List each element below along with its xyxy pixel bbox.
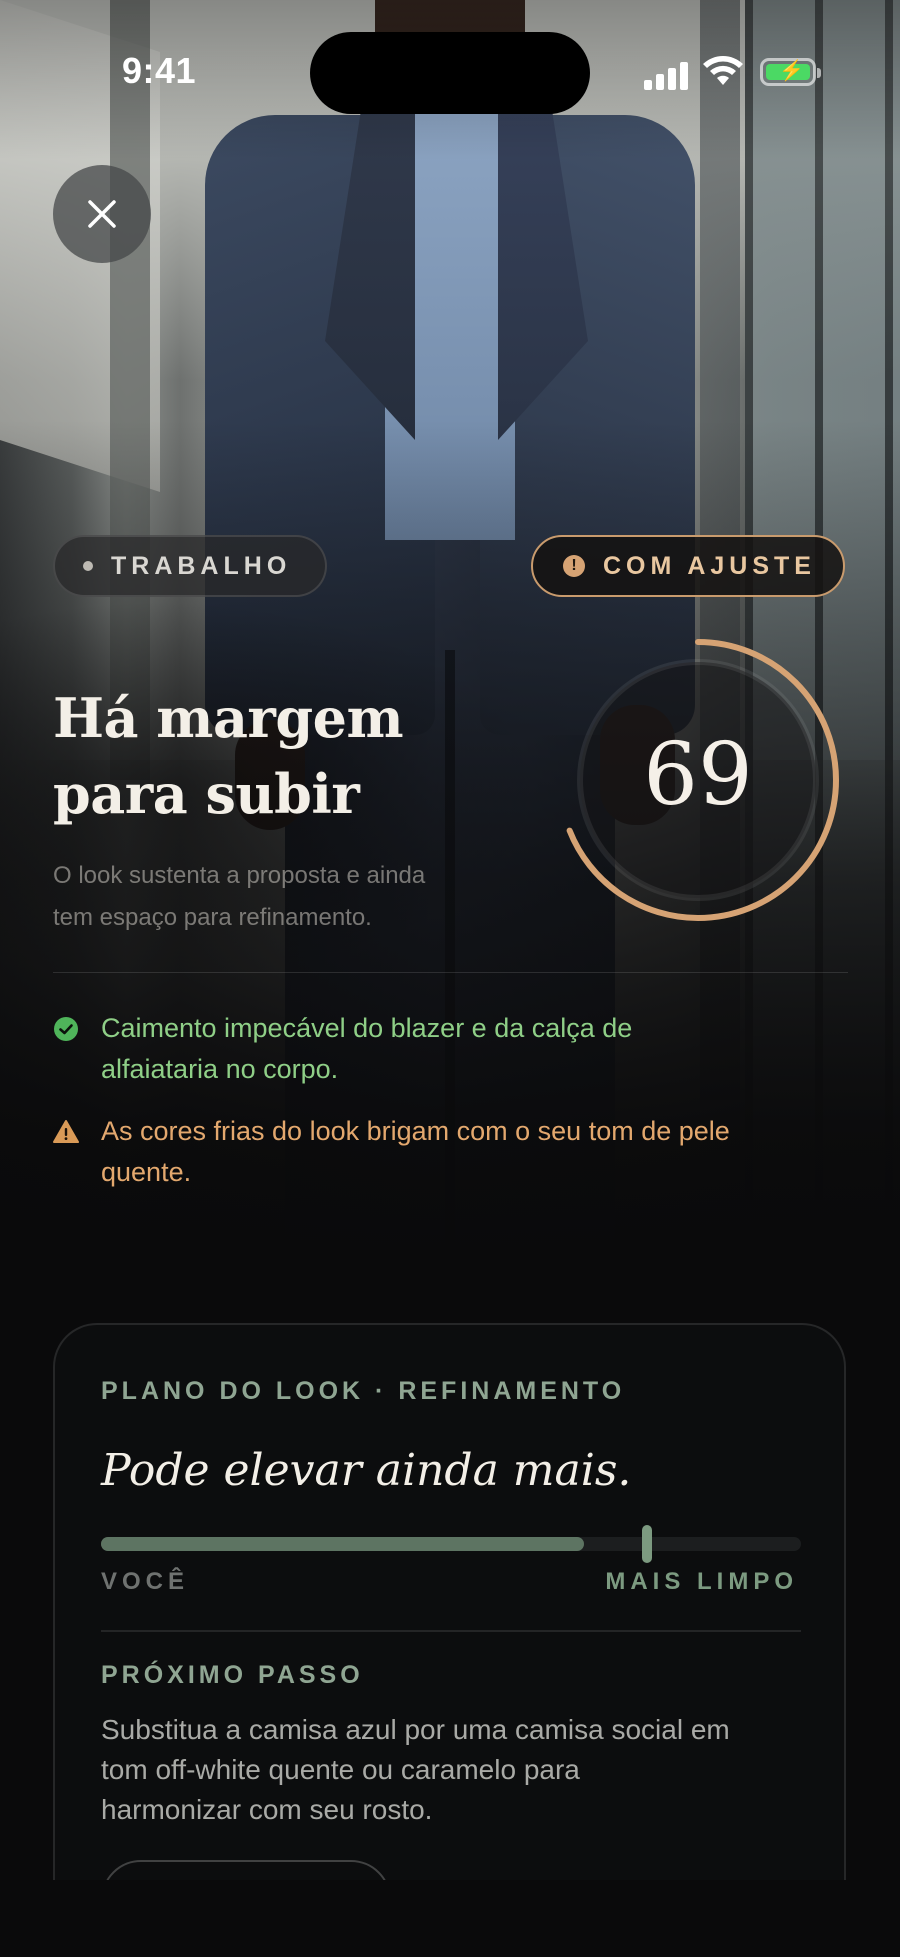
verdict-description-line-2: tem espaço para refinamento. [53,904,372,931]
target-marker [642,1525,652,1563]
progress-label-target: MAIS LIMPO [605,1568,798,1595]
plan-title: Pode elevar ainda mais. [101,1445,632,1496]
status-badge: ! COM AJUSTE [531,535,845,597]
divider [53,972,848,973]
next-step-line-1: Substitua a camisa azul por uma camisa s… [101,1714,730,1745]
battery-icon: ⚡ [760,58,821,86]
feedback-warning-text: As cores frias do look brigam com o seu … [101,1111,730,1193]
feedback-warning: As cores frias do look brigam com o seu … [53,1111,853,1193]
style-progress-fill [101,1537,584,1551]
style-progress-bar [101,1525,801,1563]
dot-icon [83,561,93,571]
next-step-line-2: tom off-white quente ou caramelo para [101,1754,580,1785]
score-value: 69 [643,725,753,825]
feedback-warning-line-2: quente. [101,1157,192,1187]
verdict-description-line-1: O look sustenta a proposta e ainda [53,862,426,889]
occasion-tag-label: TRABALHO [111,551,292,580]
dynamic-island [310,32,590,114]
feedback-positive-line-1: Caimento impecável do blazer e da calça … [101,1013,633,1043]
close-button[interactable] [53,165,151,263]
verdict-description: O look sustenta a proposta e ainda tem e… [53,855,493,939]
bottom-fade [0,1880,900,1957]
feedback-positive: Caimento impecável do blazer e da calça … [53,1008,853,1090]
status-bar: 9:41 ⚡ [0,0,900,140]
verdict-title: Há margem para subir [53,680,473,832]
next-step-label: PRÓXIMO PASSO [101,1661,364,1689]
cellular-signal-icon [644,58,690,90]
feedback-warning-line-1: As cores frias do look brigam com o seu … [101,1116,730,1146]
look-result-screen: 9:41 ⚡ TRABALHO ! COM AJUSTE Há margem p… [0,0,900,1957]
feedback-positive-text: Caimento impecável do blazer e da calça … [101,1008,632,1090]
card-divider [101,1630,801,1632]
look-plan-card: PLANO DO LOOK · REFINAMENTO Pode elevar … [53,1323,846,1957]
verdict-title-line-1: Há margem [53,686,404,750]
alert-icon: ! [563,555,585,577]
status-time: 9:41 [122,50,197,91]
check-circle-icon [54,1017,78,1041]
verdict-title-line-2: para subir [53,762,360,826]
next-step-text: Substitua a camisa azul por uma camisa s… [101,1710,801,1830]
wifi-icon [703,56,743,85]
close-icon [88,200,116,228]
next-step-line-3: harmonizar com seu rosto. [101,1794,433,1825]
feedback-positive-line-2: alfaiataria no corpo. [101,1054,339,1084]
status-badge-label: COM AJUSTE [603,551,816,580]
occasion-tag: TRABALHO [53,535,327,597]
progress-label-you: VOCÊ [101,1568,190,1595]
warning-triangle-icon [53,1120,79,1143]
plan-eyebrow: PLANO DO LOOK · REFINAMENTO [101,1377,626,1405]
